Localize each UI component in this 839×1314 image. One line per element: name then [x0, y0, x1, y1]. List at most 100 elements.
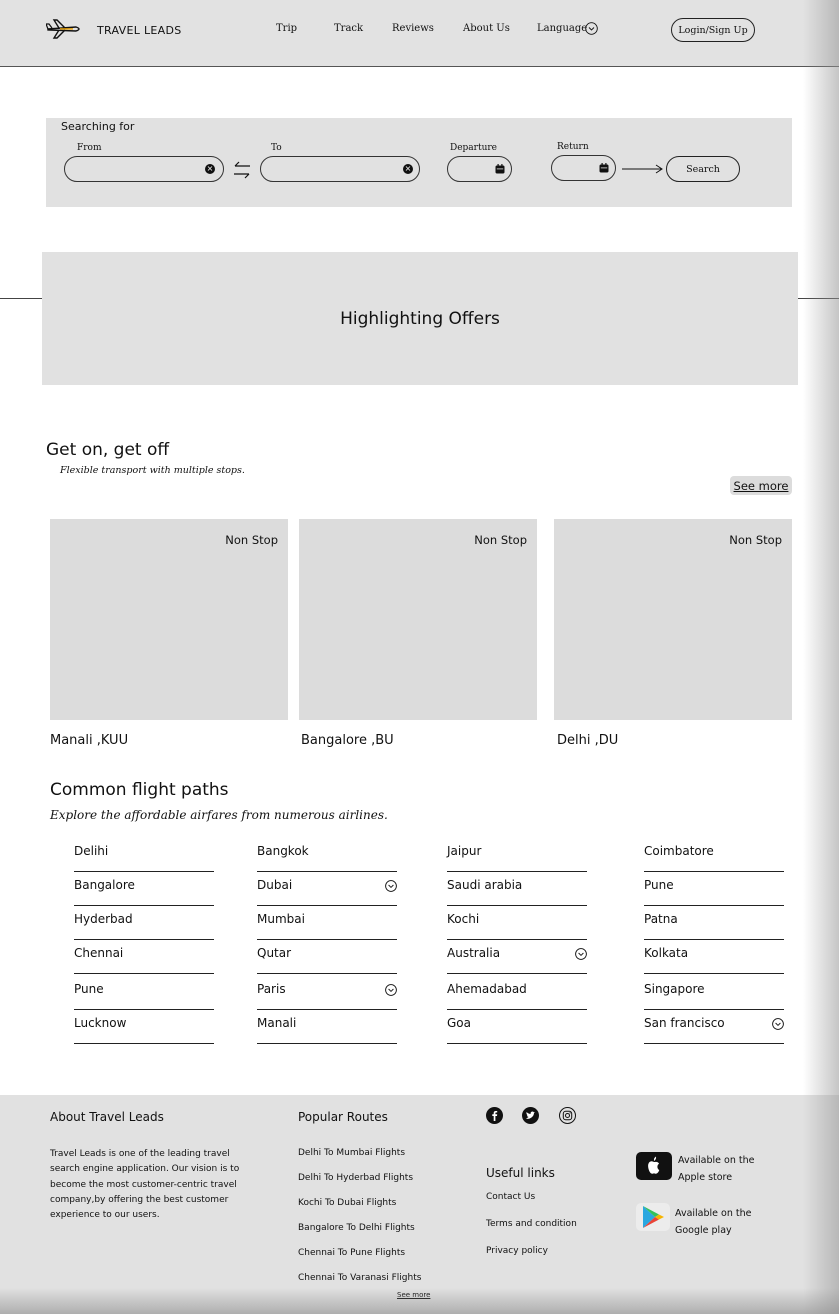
route-label: San francisco	[644, 1016, 725, 1030]
route-item[interactable]: Qutar	[257, 940, 397, 974]
airplane-logo-icon[interactable]	[46, 18, 82, 40]
chevron-down-icon[interactable]	[575, 948, 587, 960]
facebook-icon[interactable]	[486, 1107, 503, 1124]
calendar-icon[interactable]	[599, 163, 609, 173]
route-label: Kolkata	[644, 946, 689, 960]
card-caption[interactable]: Bangalore ,BU	[301, 733, 394, 748]
route-item[interactable]: Saudi arabia	[447, 872, 587, 906]
nav-track[interactable]: Track	[334, 23, 363, 34]
route-label: Coimbatore	[644, 844, 714, 858]
route-item[interactable]: Manali	[257, 1010, 397, 1044]
route-item[interactable]: Bangkok	[257, 838, 397, 872]
nav-about-us[interactable]: About Us	[463, 23, 510, 34]
terms-link[interactable]: Terms and condition	[486, 1219, 577, 1229]
route-item[interactable]: Jaipur	[447, 838, 587, 872]
route-card[interactable]: Non Stop	[299, 519, 537, 720]
chevron-down-icon[interactable]	[585, 22, 598, 35]
route-item[interactable]: Coimbatore	[644, 838, 784, 872]
route-item[interactable]: Australia	[447, 940, 587, 974]
route-item[interactable]: Paris	[257, 976, 397, 1010]
about-text: Travel Leads is one of the leading trave…	[50, 1149, 240, 1221]
section-subtitle: Flexible transport with multiple stops.	[60, 465, 245, 476]
route-label: Pune	[74, 982, 104, 996]
nav-language[interactable]: Language	[537, 23, 587, 34]
search-button[interactable]: Search	[666, 156, 740, 182]
calendar-icon[interactable]	[495, 164, 505, 174]
route-item[interactable]: Kolkata	[644, 940, 784, 974]
non-stop-badge: Non Stop	[225, 533, 278, 547]
nav-reviews[interactable]: Reviews	[392, 23, 434, 34]
to-input[interactable]: ×	[260, 156, 420, 182]
privacy-policy-link[interactable]: Privacy policy	[486, 1246, 548, 1256]
departure-label: Departure	[450, 143, 498, 153]
twitter-icon[interactable]	[522, 1107, 539, 1124]
apple-store-icon[interactable]	[636, 1152, 672, 1180]
footer-route-link[interactable]: Delhi To Hyderbad Flights	[298, 1173, 413, 1183]
chevron-down-icon[interactable]	[385, 984, 397, 996]
divider	[798, 298, 839, 299]
route-label: Manali	[257, 1016, 297, 1030]
route-item[interactable]: Delihi	[74, 838, 214, 872]
route-card[interactable]: Non Stop	[554, 519, 792, 720]
route-item[interactable]: Patna	[644, 906, 784, 940]
route-item[interactable]: Pune	[74, 976, 214, 1010]
apple-store-line1: Available on the	[678, 1155, 755, 1166]
route-item[interactable]: Mumbai	[257, 906, 397, 940]
footer-route-link[interactable]: Chennai To Pune Flights	[298, 1248, 405, 1258]
route-item[interactable]: Chennai	[74, 940, 214, 974]
google-play-line1: Available on the	[675, 1208, 752, 1219]
route-item[interactable]: Lucknow	[74, 1010, 214, 1044]
departure-date-input[interactable]	[447, 156, 512, 182]
divider	[0, 298, 42, 299]
route-item[interactable]: Goa	[447, 1010, 587, 1044]
footer-route-link[interactable]: Chennai To Varanasi Flights	[298, 1273, 421, 1283]
offers-banner[interactable]: Highlighting Offers	[42, 252, 798, 385]
see-more-link[interactable]: See more	[730, 476, 792, 495]
clear-icon[interactable]: ×	[403, 164, 413, 174]
footer-route-link[interactable]: Delhi To Mumbai Flights	[298, 1148, 405, 1158]
route-label: Ahemadabad	[447, 982, 527, 996]
login-signup-button[interactable]: Login/Sign Up	[671, 18, 755, 42]
route-item[interactable]: Kochi	[447, 906, 587, 940]
from-label: From	[77, 143, 102, 153]
from-input[interactable]: ×	[64, 156, 224, 182]
route-item[interactable]: Singapore	[644, 976, 784, 1010]
section-subtitle: Explore the affordable airfares from num…	[50, 808, 388, 822]
nav-trip[interactable]: Trip	[276, 23, 297, 34]
return-date-input[interactable]	[551, 155, 616, 181]
route-label: Hyderbad	[74, 912, 133, 926]
route-item[interactable]: San francisco	[644, 1010, 784, 1044]
section-title: Common flight paths	[50, 780, 229, 800]
section-title: Get on, get off	[46, 440, 170, 460]
clear-icon[interactable]: ×	[205, 164, 215, 174]
chevron-down-icon[interactable]	[772, 1018, 784, 1030]
google-play-icon[interactable]	[636, 1203, 670, 1231]
non-stop-badge: Non Stop	[474, 533, 527, 547]
about-title: About Travel Leads	[50, 1110, 164, 1124]
route-label: Lucknow	[74, 1016, 127, 1030]
chevron-down-icon[interactable]	[385, 880, 397, 892]
useful-links-title: Useful links	[486, 1166, 555, 1180]
route-item[interactable]: Dubai	[257, 872, 397, 906]
return-label: Return	[557, 142, 589, 152]
route-label: Bangalore	[74, 878, 135, 892]
route-card[interactable]: Non Stop	[50, 519, 288, 720]
route-label: Chennai	[74, 946, 124, 960]
route-label: Goa	[447, 1016, 471, 1030]
route-item[interactable]: Bangalore	[74, 872, 214, 906]
instagram-icon[interactable]	[559, 1107, 576, 1124]
google-play-text[interactable]: Available on the Google play	[675, 1205, 751, 1239]
routes-see-more-link[interactable]: See more	[397, 1291, 430, 1299]
route-item[interactable]: Ahemadabad	[447, 976, 587, 1010]
footer-route-link[interactable]: Kochi To Dubai Flights	[298, 1198, 396, 1208]
card-caption[interactable]: Delhi ,DU	[557, 733, 618, 748]
contact-us-link[interactable]: Contact Us	[486, 1192, 535, 1202]
route-item[interactable]: Hyderbad	[74, 906, 214, 940]
route-item[interactable]: Pune	[644, 872, 784, 906]
brand-name[interactable]: TRAVEL LEADS	[97, 24, 182, 37]
swap-icon[interactable]	[233, 160, 251, 180]
route-label: Mumbai	[257, 912, 305, 926]
footer-route-link[interactable]: Bangalore To Delhi Flights	[298, 1223, 415, 1233]
apple-store-text[interactable]: Available on the Apple store	[678, 1152, 754, 1186]
card-caption[interactable]: Manali ,KUU	[50, 733, 128, 748]
